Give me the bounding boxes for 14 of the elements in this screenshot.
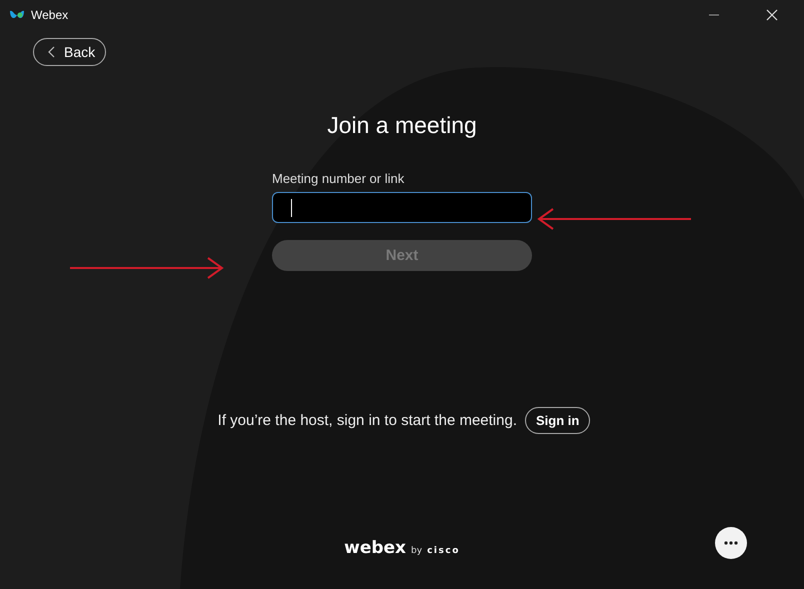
more-icon bbox=[724, 541, 738, 545]
meeting-number-field[interactable] bbox=[272, 192, 532, 223]
host-prompt: If you’re the host, sign in to start the meeting. bbox=[218, 412, 517, 429]
company-logo: cisco bbox=[427, 546, 460, 556]
brand-by-text: by bbox=[411, 546, 422, 556]
brand-logo: webex bbox=[344, 538, 406, 558]
window-title: Webex bbox=[31, 8, 68, 22]
back-button[interactable]: Back bbox=[33, 38, 106, 66]
close-icon[interactable] bbox=[766, 9, 778, 21]
app-logo-icon bbox=[9, 9, 25, 21]
field-label: Meeting number or link bbox=[272, 171, 406, 186]
page-heading: Join a meeting bbox=[327, 112, 477, 140]
sign-in-button[interactable]: Sign in bbox=[524, 407, 590, 434]
chevron-left-icon bbox=[47, 46, 55, 58]
